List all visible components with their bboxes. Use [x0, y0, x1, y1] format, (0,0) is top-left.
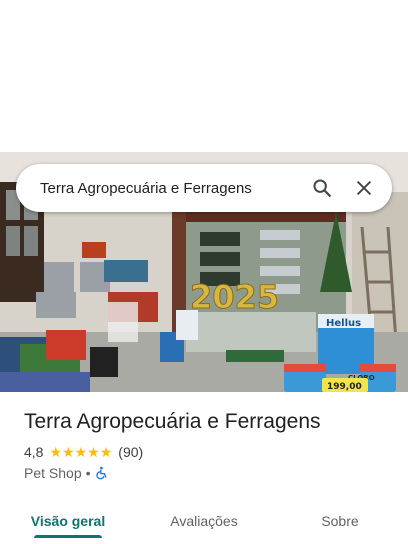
place-title: Terra Agropecuária e Ferragens	[24, 410, 321, 433]
close-button[interactable]	[346, 170, 382, 206]
place-info-panel: Terra Agropecuária e Ferragens 4,8 ★ ★ ★…	[0, 392, 408, 544]
star-icon: ★	[74, 444, 88, 460]
star-icon: ★	[87, 444, 100, 460]
search-bar[interactable]: Terra Agropecuária e Ferragens	[16, 164, 392, 212]
rating-row[interactable]: 4,8 ★ ★ ★ ★ ★ (90)	[24, 444, 143, 460]
bucket-brand: Hellus	[326, 318, 361, 329]
place-category[interactable]: Pet Shop	[24, 465, 82, 481]
separator: •	[85, 465, 91, 481]
search-icon	[313, 179, 331, 197]
rating-stars: ★ ★ ★ ★ ★	[49, 445, 112, 459]
balloon-2025: 2025	[190, 278, 279, 316]
close-icon	[357, 181, 371, 195]
tab-overview[interactable]: Visão geral	[0, 498, 136, 544]
place-tabs: Visão geral Avaliações Sobre	[0, 498, 408, 544]
star-icon: ★	[49, 444, 63, 460]
wheelchair-icon[interactable]	[95, 466, 109, 480]
search-button[interactable]	[304, 170, 340, 206]
rating-value: 4,8	[24, 444, 44, 460]
search-input[interactable]: Terra Agropecuária e Ferragens	[40, 180, 298, 197]
tab-about[interactable]: Sobre	[272, 498, 408, 544]
star-icon: ★	[62, 444, 75, 460]
category-row: Pet Shop •	[24, 465, 109, 481]
tab-reviews[interactable]: Avaliações	[136, 498, 272, 544]
review-count[interactable]: (90)	[118, 444, 143, 460]
star-icon: ★	[99, 444, 113, 460]
price-tag: 199,00	[327, 382, 362, 392]
blank-area	[0, 0, 408, 152]
